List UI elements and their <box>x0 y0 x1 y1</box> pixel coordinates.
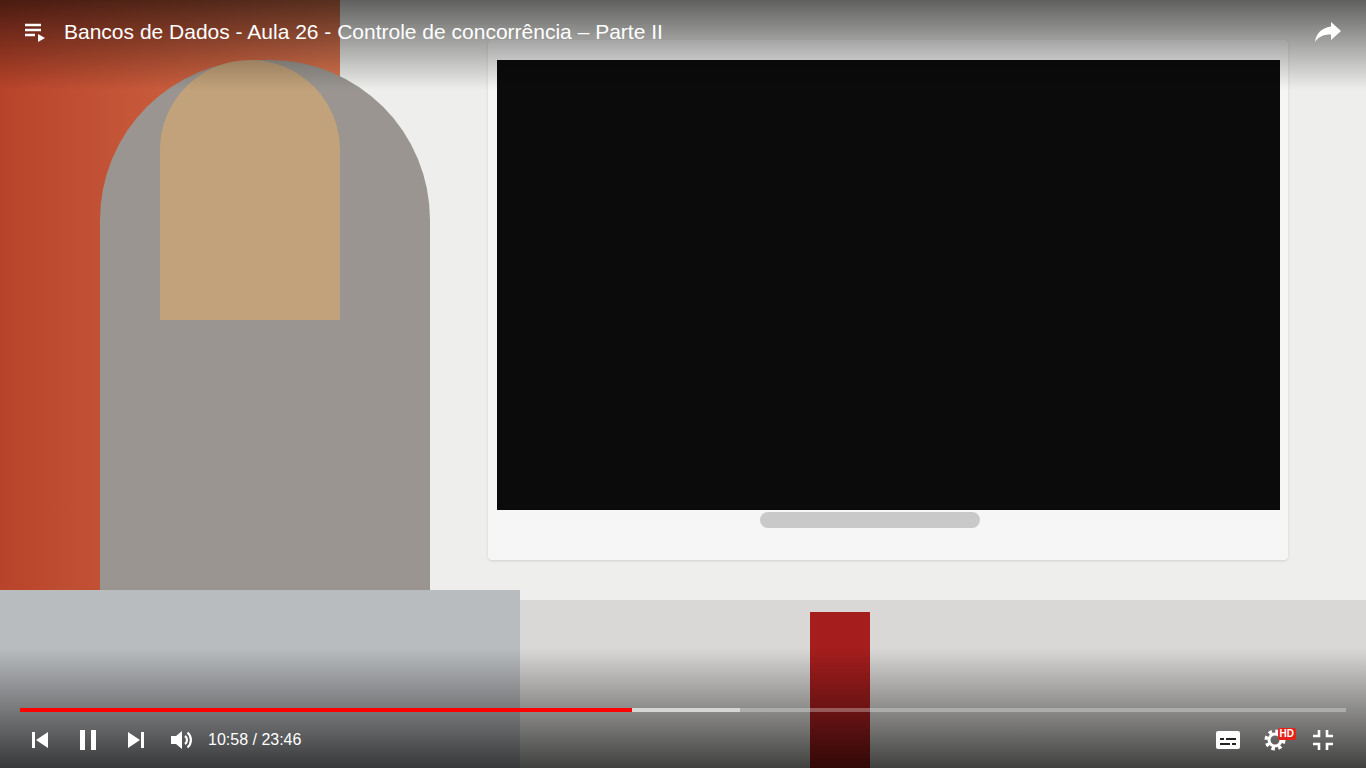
previous-icon[interactable] <box>16 720 64 760</box>
video-title[interactable]: Bancos de Dados - Aula 26 - Controle de … <box>64 17 1296 47</box>
volume-icon[interactable] <box>160 720 204 760</box>
progress-track[interactable] <box>20 708 1346 712</box>
video-player[interactable]: Bancos de Dados - Aula 26 - Controle de … <box>0 0 1366 768</box>
pause-icon[interactable] <box>78 729 98 751</box>
next-icon[interactable] <box>112 720 160 760</box>
play-pause-button[interactable] <box>64 720 112 760</box>
exit-fullscreen-icon[interactable] <box>1300 720 1346 760</box>
control-bar: 10:58 / 23:46 HD <box>0 708 1366 768</box>
played-fill[interactable] <box>20 708 632 712</box>
top-bar: Bancos de Dados - Aula 26 - Controle de … <box>0 0 1366 48</box>
settings-button[interactable]: HD <box>1250 720 1300 760</box>
share-icon[interactable] <box>1312 16 1344 48</box>
queue-icon[interactable] <box>22 19 48 45</box>
time-display: 10:58 / 23:46 <box>208 730 301 750</box>
quality-badge: HD <box>1278 728 1296 740</box>
subtitles-icon[interactable] <box>1206 720 1250 760</box>
